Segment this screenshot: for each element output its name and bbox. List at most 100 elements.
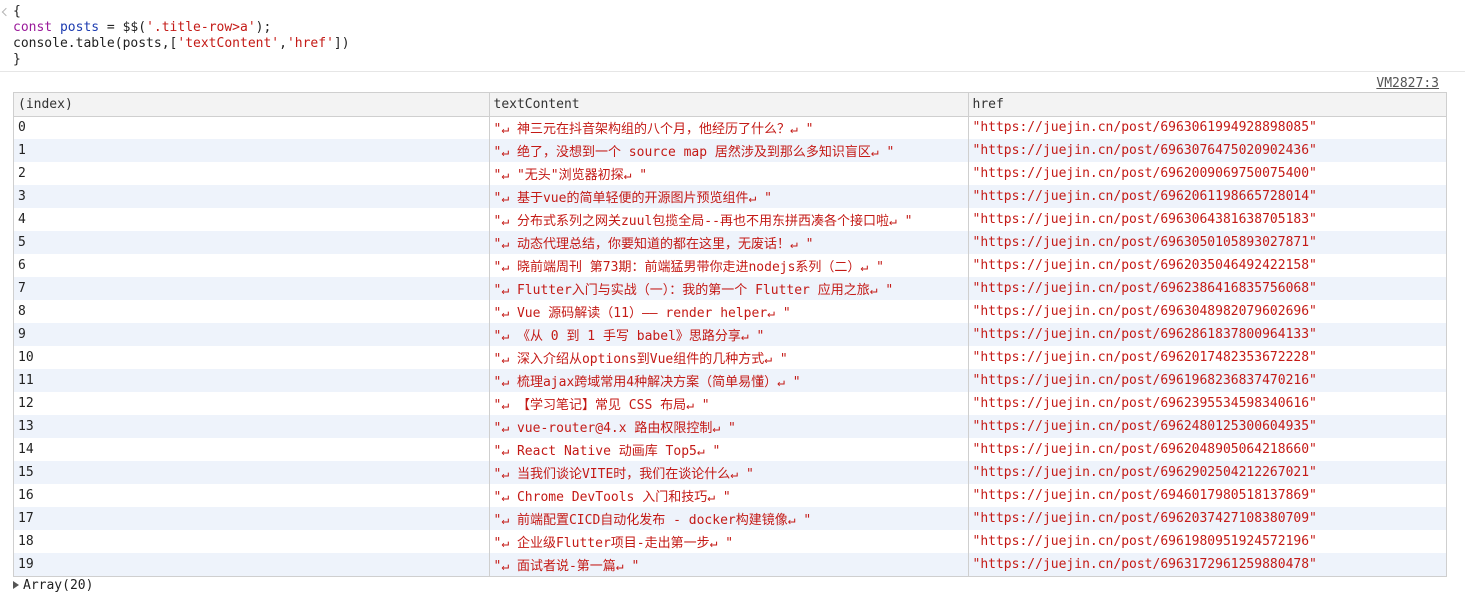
code-keyword-const: const (13, 20, 53, 35)
table-row: 11 "↵ 梳理ajax跨域常用4种解决方案（简单易懂）↵ " "https://j… (14, 369, 1446, 392)
table-header-row: (index) textContent href (14, 93, 1446, 117)
cell-index: 11 (14, 369, 489, 392)
cell-href: "https://juejin.cn/post/6963061994928898… (967, 116, 1446, 139)
cell-href: "https://juejin.cn/post/6962386416835756… (967, 277, 1446, 300)
table-row: 7 "↵ Flutter入门与实战（一）：我的第一个 Flutter 应用之旅↵ … (14, 277, 1446, 300)
cell-textcontent: "↵ 绝了，没想到一个 source map 居然涉及到那么多知识盲区↵ " (488, 139, 968, 162)
table-row: 15 "↵ 当我们谈论VITE时，我们在谈论什么↵ " "https://jueji… (14, 461, 1446, 484)
code-assign: = $$( (99, 20, 147, 35)
cell-textcontent: "↵ 深入介绍从options到Vue组件的几种方式↵ " (488, 346, 968, 369)
table-row: 4 "↵ 分布式系列之网关zuul包揽全局--再也不用东拼西凑各个接口啦↵ " "h… (14, 208, 1446, 231)
table-row: 8 "↵ Vue 源码解读（11）—— render helper↵ " "http… (14, 300, 1446, 323)
cell-href: "https://juejin.cn/post/6946017980518137… (967, 484, 1446, 507)
cell-href: "https://juejin.cn/post/6962861837800964… (967, 323, 1446, 346)
cell-href: "https://juejin.cn/post/6963050105893027… (967, 231, 1446, 254)
cell-textcontent: "↵ 【学习笔记】常见 CSS 布局↵ " (488, 392, 968, 415)
cell-textcontent: "↵ "无头"浏览器初探↵ " (488, 162, 968, 185)
column-header-index[interactable]: (index) (14, 93, 489, 117)
cell-textcontent: "↵ 分布式系列之网关zuul包揽全局--再也不用东拼西凑各个接口啦↵ " (488, 208, 968, 231)
cell-href: "https://juejin.cn/post/6962902504212267… (967, 461, 1446, 484)
column-header-textcontent[interactable]: textContent (488, 93, 968, 117)
cell-index: 18 (18, 534, 34, 549)
cell-textcontent: "↵ React Native 动画库 Top5↵ " (488, 438, 968, 461)
cell-index: 9 (14, 323, 489, 346)
code-line-3: console.table(posts,['textContent','href… (13, 36, 350, 52)
code-open-brace: { (13, 4, 21, 19)
table-row: 14 "↵ React Native 动画库 Top5↵ " "https://ju… (14, 438, 1446, 461)
cell-index: 16 (18, 488, 34, 503)
column-header-href[interactable]: href (967, 93, 1446, 117)
cell-index: 17 (14, 507, 489, 530)
code-line-4: } (13, 52, 21, 68)
cell-textcontent: "↵ 面试者说-第一篇↵ " (488, 553, 968, 576)
cell-index: 5 (14, 231, 489, 254)
code-close-brace: } (13, 52, 21, 67)
cell-textcontent: "↵ 前端配置CICD自动化发布 - docker构建镜像↵ " (488, 507, 968, 530)
cell-textcontent: "↵ 动态代理总结，你要知道的都在这里，无废话！↵ " (488, 231, 968, 254)
cell-href: "https://juejin.cn/post/6961980951924572… (967, 530, 1446, 553)
cell-index: 13 (14, 415, 489, 438)
cell-index: 15 (14, 461, 489, 484)
cell-href: "https://juejin.cn/post/6961968236837470… (967, 369, 1446, 392)
table-row: 9 "↵ 《从 0 到 1 手写 babel》思路分享↵ " "https://ju… (14, 323, 1446, 346)
cell-index: 6 (18, 258, 26, 273)
code-line-1: { (13, 4, 21, 20)
console-code-block: { const posts = $$('.title-row>a'); cons… (0, 0, 1465, 72)
table-row: 12 "↵ 【学习笔记】常见 CSS 布局↵ " "https://juejin.c… (14, 392, 1446, 415)
table-row: 16 "↵ Chrome DevTools 入门和技巧↵ " "https://ju… (14, 484, 1446, 507)
cell-href: "https://juejin.cn/post/6962037427108380… (967, 507, 1446, 530)
code-end-assign: ); (255, 20, 272, 35)
cell-href: "https://juejin.cn/post/6963172961259880… (967, 553, 1446, 576)
table-row: 1 "↵ 绝了，没想到一个 source map 居然涉及到那么多知识盲区↵ " "… (14, 139, 1446, 162)
cell-index: 2 (18, 166, 26, 181)
cell-textcontent: "↵ 梳理ajax跨域常用4种解决方案（简单易懂）↵ " (488, 369, 968, 392)
cell-index: 0 (18, 120, 26, 136)
table-body: 0 "↵ 神三元在抖音架构组的八个月，他经历了什么？↵ " "https://jue… (14, 116, 1446, 576)
table-row: 3 "↵ 基于vue的简单轻便的开源图片预览组件↵ " "https://jueji… (14, 185, 1446, 208)
cell-href: "https://juejin.cn/post/6962017482353672… (967, 346, 1446, 369)
array-summary[interactable]: Array(20) (13, 578, 93, 594)
triangle-right-icon[interactable] (13, 580, 19, 589)
cell-index: 8 (18, 304, 26, 319)
table-row: 18 "↵ 企业级Flutter项目-走出第一步↵ " "https://jueji… (14, 530, 1446, 553)
cell-textcontent: "↵ 《从 0 到 1 手写 babel》思路分享↵ " (488, 323, 968, 346)
cell-textcontent: "↵ 神三元在抖音架构组的八个月，他经历了什么？↵ " (488, 116, 968, 139)
table-row: 2 "↵ "无头"浏览器初探↵ " "https://juejin.cn/post/… (14, 162, 1446, 185)
console-table-grid: (index) textContent href 0 "↵ 神三元在抖音架构组的八… (14, 93, 1446, 576)
cell-href: "https://juejin.cn/post/6963076475020902… (967, 139, 1446, 162)
cell-textcontent: "↵ 晓前端周刊 第73期：前端猛男带你走进nodejs系列（二）↵ " (488, 254, 968, 277)
code-comma: , (279, 36, 287, 51)
cell-index: 7 (14, 277, 489, 300)
chevron-right-icon (1, 7, 11, 17)
cell-href: "https://juejin.cn/post/6962035046492422… (967, 254, 1446, 277)
cell-href: "https://juejin.cn/post/6962061198665728… (967, 185, 1446, 208)
cell-href: "https://juejin.cn/post/6962009069750075… (967, 162, 1446, 185)
table-row: 17 "↵ 前端配置CICD自动化发布 - docker构建镜像↵ " "https… (14, 507, 1446, 530)
code-console-table: console.table(posts,[ (13, 36, 178, 51)
source-location-link[interactable]: VM2827:3 (1376, 76, 1439, 92)
cell-index: 10 (18, 350, 34, 365)
cell-index: 3 (14, 185, 489, 208)
cell-textcontent: "↵ 当我们谈论VITE时，我们在谈论什么↵ " (488, 461, 968, 484)
table-row: 0 "↵ 神三元在抖音架构组的八个月，他经历了什么？↵ " "https://jue… (14, 116, 1446, 139)
table-row: 13 "↵ vue-router@4.x 路由权限控制↵ " "https://ju… (14, 415, 1446, 438)
code-col-text-string: 'textContent' (177, 36, 280, 51)
code-end-call: ]) (333, 36, 350, 51)
table-row: 19 "↵ 面试者说-第一篇↵ " "https://juejin.cn/post/… (14, 553, 1446, 576)
cell-index: 14 (18, 442, 34, 457)
cell-textcontent: "↵ Chrome DevTools 入门和技巧↵ " (488, 484, 968, 507)
cell-href: "https://juejin.cn/post/6962048905064218… (967, 438, 1446, 461)
code-line-2: const posts = $$('.title-row>a'); (13, 20, 271, 36)
code-col-href-string: 'href' (286, 36, 334, 51)
cell-textcontent: "↵ 基于vue的简单轻便的开源图片预览组件↵ " (488, 185, 968, 208)
array-label: Array(20) (23, 578, 94, 593)
cell-textcontent: "↵ Flutter入门与实战（一）：我的第一个 Flutter 应用之旅↵ " (488, 277, 968, 300)
code-selector-string: '.title-row>a' (146, 20, 256, 35)
table-row: 5 "↵ 动态代理总结，你要知道的都在这里，无废话！↵ " "https://jue… (14, 231, 1446, 254)
cell-index: 19 (14, 553, 489, 576)
cell-href: "https://juejin.cn/post/6963064381638705… (967, 208, 1446, 231)
cell-index: 12 (18, 396, 34, 411)
cell-href: "https://juejin.cn/post/6962395534598340… (967, 392, 1446, 415)
table-row: 10 "↵ 深入介绍从options到Vue组件的几种方式↵ " "https://… (14, 346, 1446, 369)
cell-index: 1 (14, 139, 489, 162)
